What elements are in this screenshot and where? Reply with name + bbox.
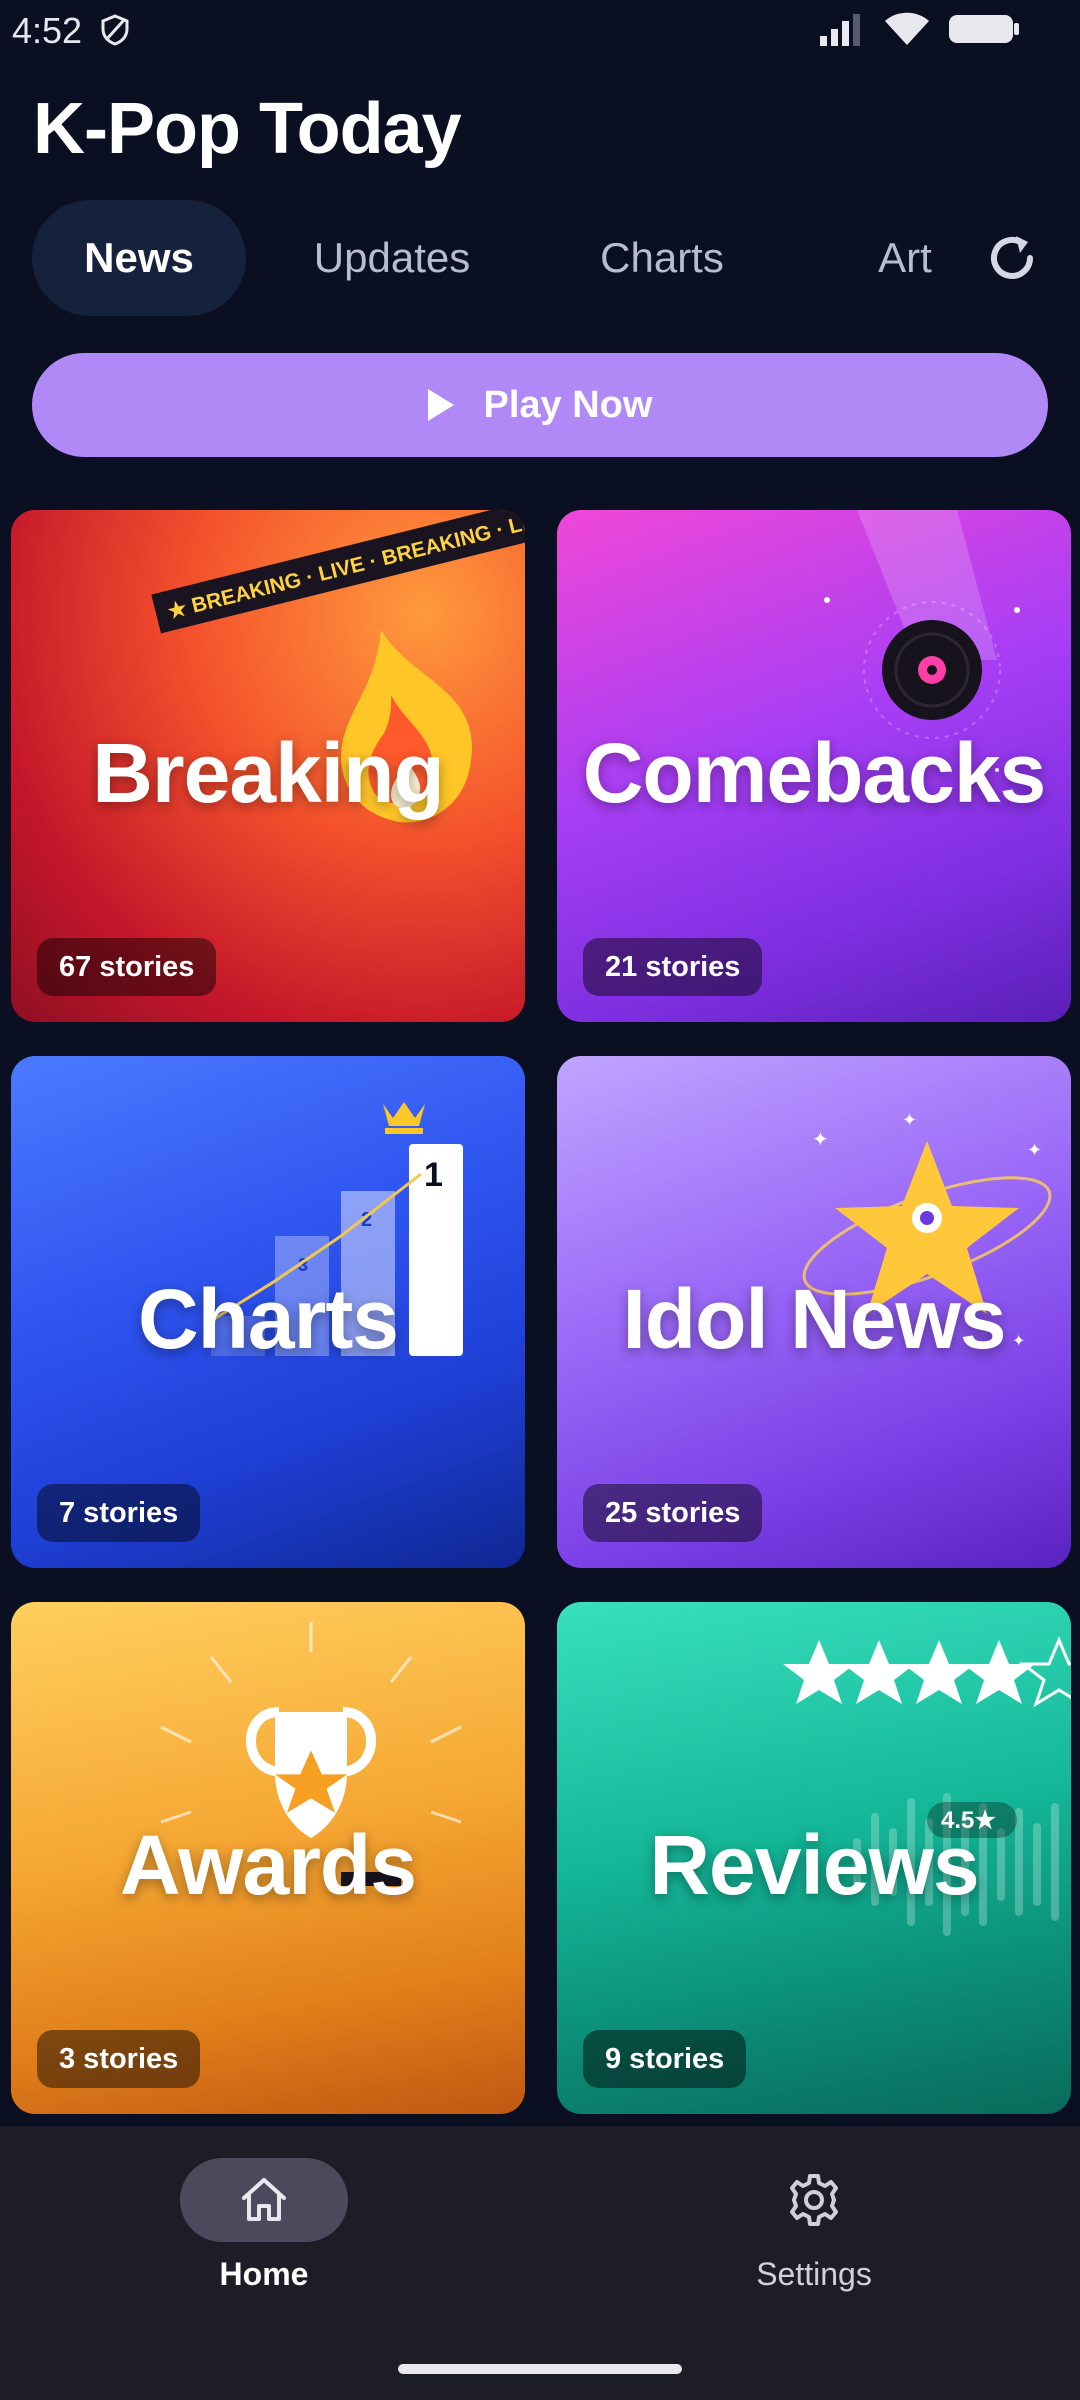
nav-home-pill [180, 2158, 348, 2242]
tab-art[interactable]: Art [850, 200, 960, 316]
bottom-navigation: Home Settings [0, 2126, 1080, 2400]
story-count-badge: 21 stories [583, 938, 763, 996]
shield-icon [101, 14, 129, 46]
refresh-icon[interactable] [982, 228, 1042, 288]
story-count-badge: 25 stories [583, 1484, 763, 1542]
nav-home-label: Home [219, 2256, 309, 2292]
story-count-badge: 9 stories [583, 2030, 747, 2088]
card-title: Reviews [649, 1818, 979, 1912]
svg-text:✦: ✦ [812, 1127, 829, 1151]
status-time: 4:52 [12, 10, 83, 51]
play-icon [427, 389, 454, 421]
battery-icon [949, 15, 1019, 43]
tab-news[interactable]: News [32, 200, 246, 316]
card-title: Charts [137, 1272, 399, 1366]
story-count-badge: 3 stories [37, 2030, 201, 2088]
category-card-reviews[interactable]: 4.5★ Reviews 9 stories [557, 1602, 1071, 2114]
card-title: Breaking [92, 726, 444, 820]
signal-icon [820, 14, 860, 46]
app-title: K-Pop Today [33, 89, 462, 169]
category-card-awards[interactable]: Awards 3 stories [11, 1602, 525, 2114]
card-title: Awards [120, 1818, 417, 1912]
breaking-banner-text: ★ BREAKING · LIVE · BREAKING · LIVE [165, 510, 525, 624]
nav-settings[interactable]: Settings [684, 2158, 944, 2293]
category-card-breaking[interactable]: ★ BREAKING · LIVE · BREAKING · LIVE Brea… [11, 510, 525, 1022]
tab-charts[interactable]: Charts [572, 200, 752, 316]
svg-text:✦: ✦ [902, 1110, 917, 1131]
status-bar: 4:52 [0, 0, 1080, 60]
nav-settings-label: Settings [756, 2256, 872, 2292]
play-now-label: Play Now [483, 383, 653, 426]
vinyl-record-icon [863, 601, 1001, 739]
svg-text:✦: ✦ [1027, 1140, 1042, 1161]
tab-updates[interactable]: Updates [292, 200, 492, 316]
wifi-icon [885, 12, 929, 45]
category-card-charts[interactable]: 3 2 1 Charts 7 stories [11, 1056, 525, 1568]
rank-label-1: 1 [424, 1156, 443, 1194]
story-count-badge: 67 stories [37, 938, 217, 996]
play-now-button[interactable]: Play Now [32, 353, 1048, 457]
card-title: Idol News [622, 1272, 1006, 1366]
story-count-badge: 7 stories [37, 1484, 201, 1542]
card-title: Comebacks [582, 726, 1047, 820]
nav-settings-pill [730, 2158, 898, 2242]
category-card-idol-news[interactable]: ✦ ✦ ✦ ✦ Idol News 25 stories [557, 1056, 1071, 1568]
gear-icon [790, 2174, 838, 2226]
category-tabs: News Updates Charts Art [32, 200, 1042, 316]
home-indicator[interactable] [398, 2364, 682, 2374]
home-icon [242, 2178, 286, 2221]
category-card-comebacks[interactable]: Comebacks 21 stories [557, 510, 1071, 1022]
nav-home[interactable]: Home [134, 2158, 394, 2293]
